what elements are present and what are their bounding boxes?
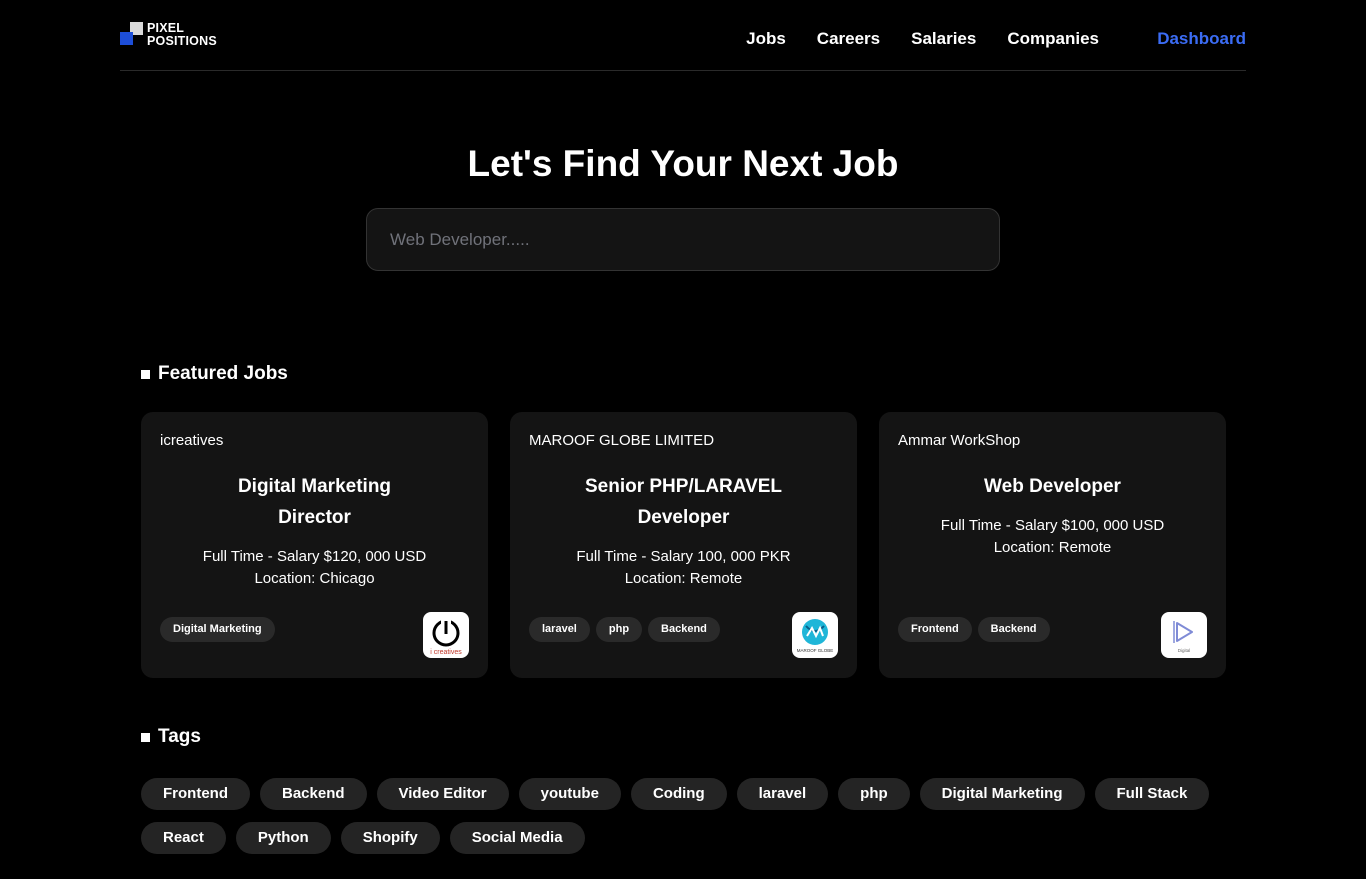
job-title[interactable]: Digital Marketing Director xyxy=(160,471,469,533)
tag-pill[interactable]: Video Editor xyxy=(376,778,509,810)
globe-icon: MAROOF GLOBE xyxy=(797,619,834,653)
search-input[interactable] xyxy=(366,208,1000,271)
job-tags: laravel php Backend xyxy=(529,617,720,642)
main-nav: Jobs Careers Salaries Companies xyxy=(746,28,1099,50)
nav-jobs[interactable]: Jobs xyxy=(746,28,786,50)
logo-text: PIXEL POSITIONS xyxy=(147,21,217,48)
tag-pill[interactable]: youtube xyxy=(518,778,621,810)
power-icon: i creatives xyxy=(430,618,462,656)
tag-pill[interactable]: Full Stack xyxy=(1094,778,1210,810)
job-tag[interactable]: php xyxy=(595,617,643,642)
tag-pill[interactable]: Frontend xyxy=(141,778,250,810)
job-company: icreatives xyxy=(160,432,224,449)
job-tag[interactable]: laravel xyxy=(529,617,590,642)
job-tags: Frontend Backend xyxy=(898,617,1050,642)
page-title: Let's Find Your Next Job xyxy=(467,143,899,184)
company-logo: Digital xyxy=(1161,612,1207,658)
dashboard-link[interactable]: Dashboard xyxy=(1157,28,1246,50)
job-company: Ammar WorkShop xyxy=(898,432,1021,449)
job-salary: Full Time - Salary $120, 000 USD xyxy=(202,548,427,565)
square-bullet-icon xyxy=(141,732,150,742)
job-salary: Full Time - Salary $100, 000 USD xyxy=(940,517,1165,534)
job-location: Location: Remote xyxy=(993,539,1112,556)
tags-heading: Tags xyxy=(141,725,201,749)
job-tag[interactable]: Digital Marketing xyxy=(160,617,275,642)
site-header: PIXEL POSITIONS Jobs Careers Salaries Co… xyxy=(120,0,1246,71)
company-logo: i creatives xyxy=(423,612,469,658)
svg-text:MAROOF GLOBE: MAROOF GLOBE xyxy=(797,648,834,653)
job-title[interactable]: Senior PHP/LARAVEL Developer xyxy=(529,471,838,533)
tag-pill[interactable]: php xyxy=(838,778,910,810)
svg-text:i creatives: i creatives xyxy=(430,649,462,656)
logo-mark-icon xyxy=(120,22,144,46)
job-card[interactable]: icreatives Digital Marketing Director Fu… xyxy=(141,412,488,678)
featured-jobs-heading: Featured Jobs xyxy=(141,362,288,386)
job-tags: Digital Marketing xyxy=(160,617,275,642)
tag-pill[interactable]: laravel xyxy=(736,778,829,810)
section-title: Tags xyxy=(158,726,201,747)
tag-pill[interactable]: Coding xyxy=(630,778,727,810)
tag-pill[interactable]: React xyxy=(141,822,226,854)
job-tag[interactable]: Backend xyxy=(648,617,720,642)
featured-jobs-list: icreatives Digital Marketing Director Fu… xyxy=(141,412,1226,678)
tag-pill[interactable]: Python xyxy=(235,822,331,854)
site-logo[interactable]: PIXEL POSITIONS xyxy=(120,22,230,48)
job-salary: Full Time - Salary 100, 000 PKR xyxy=(576,548,791,565)
company-logo: MAROOF GLOBE xyxy=(792,612,838,658)
tag-pill[interactable]: Backend xyxy=(260,778,367,810)
tag-pill[interactable]: Social Media xyxy=(449,822,585,854)
nav-salaries[interactable]: Salaries xyxy=(911,28,976,50)
svg-text:Digital: Digital xyxy=(1178,648,1191,653)
job-company: MAROOF GLOBE LIMITED xyxy=(529,432,715,449)
job-tag[interactable]: Frontend xyxy=(898,617,972,642)
job-title[interactable]: Web Developer xyxy=(898,471,1207,502)
job-tag[interactable]: Backend xyxy=(977,617,1050,642)
job-card[interactable]: Ammar WorkShop Web Developer Full Time -… xyxy=(879,412,1226,678)
nav-companies[interactable]: Companies xyxy=(1007,28,1099,50)
tag-pill[interactable]: Shopify xyxy=(340,822,440,854)
nav-careers[interactable]: Careers xyxy=(817,28,880,50)
tags-row: React Python Shopify Social Media xyxy=(141,822,585,854)
tags-row: Frontend Backend Video Editor youtube Co… xyxy=(141,778,1210,810)
section-title: Featured Jobs xyxy=(158,363,288,384)
play-outline-icon: Digital xyxy=(1173,621,1193,653)
job-location: Location: Chicago xyxy=(254,570,375,587)
job-card[interactable]: MAROOF GLOBE LIMITED Senior PHP/LARAVEL … xyxy=(510,412,857,678)
square-bullet-icon xyxy=(141,369,150,379)
tag-pill[interactable]: Digital Marketing xyxy=(919,778,1085,810)
job-location: Location: Remote xyxy=(624,570,743,587)
